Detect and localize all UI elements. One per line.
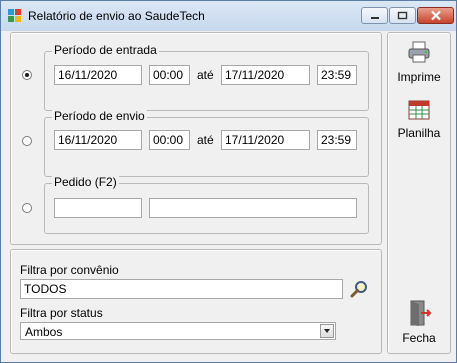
minimize-icon	[362, 8, 387, 23]
status-label: Filtra por status	[20, 306, 103, 320]
close-button[interactable]	[417, 7, 454, 24]
exit-door-icon	[410, 300, 432, 326]
report-window: Relatório de envio ao SaudeTech Período …	[0, 0, 457, 363]
entrada-time-from-field[interactable]: 00:00	[149, 65, 190, 85]
entrada-ate-label: até	[197, 68, 214, 82]
window-title: Relatório de envio ao SaudeTech	[28, 9, 205, 23]
planilha-button[interactable]: Planilha	[394, 98, 444, 140]
spreadsheet-icon	[408, 100, 430, 120]
title-bar: Relatório de envio ao SaudeTech	[1, 1, 456, 31]
period-panel: Período de entrada 16/11/2020 00:00 até …	[10, 32, 382, 245]
convenio-field[interactable]: TODOS	[20, 279, 343, 299]
app-logo-icon	[8, 9, 21, 22]
imprime-button[interactable]: Imprime	[394, 39, 444, 84]
close-icon	[418, 8, 453, 23]
maximize-icon	[390, 8, 415, 23]
action-sidebar: Imprime Planilha Fecha	[387, 32, 451, 354]
periodo-entrada-radio[interactable]	[22, 70, 32, 80]
periodo-envio-radio[interactable]	[22, 136, 32, 146]
maximize-button[interactable]	[389, 7, 416, 24]
envio-time-from-field[interactable]: 00:00	[149, 130, 190, 150]
entrada-time-to-field[interactable]: 23:59	[317, 65, 357, 85]
envio-date-from-field[interactable]: 16/11/2020	[54, 130, 142, 150]
filter-panel: Filtra por convênio TODOS Filtra por sta…	[10, 249, 382, 354]
pedido-name-field[interactable]	[149, 198, 357, 218]
chevron-down-icon	[320, 324, 334, 338]
radio-selected-dot	[25, 73, 29, 77]
pedido-radio[interactable]	[22, 203, 32, 213]
fecha-label: Fecha	[402, 331, 436, 345]
periodo-envio-legend: Período de envio	[52, 109, 147, 123]
printer-icon	[408, 41, 430, 63]
entrada-date-to-field[interactable]: 17/11/2020	[221, 65, 310, 85]
planilha-label: Planilha	[397, 126, 441, 140]
fecha-button[interactable]: Fecha	[394, 299, 444, 345]
entrada-date-from-field[interactable]: 16/11/2020	[54, 65, 142, 85]
pedido-legend: Pedido (F2)	[52, 175, 119, 189]
envio-time-to-field[interactable]: 23:59	[317, 130, 357, 150]
pedido-code-field[interactable]	[54, 198, 142, 218]
periodo-entrada-legend: Período de entrada	[52, 43, 159, 57]
envio-ate-label: até	[197, 133, 214, 147]
magnifier-icon	[350, 281, 367, 298]
status-select-value: Ambos	[25, 325, 63, 339]
minimize-button[interactable]	[361, 7, 388, 24]
convenio-label: Filtra por convênio	[20, 263, 119, 277]
imprime-label: Imprime	[397, 70, 441, 84]
status-select[interactable]: Ambos	[20, 322, 336, 340]
envio-date-to-field[interactable]: 17/11/2020	[221, 130, 310, 150]
convenio-search-button[interactable]	[349, 279, 369, 299]
